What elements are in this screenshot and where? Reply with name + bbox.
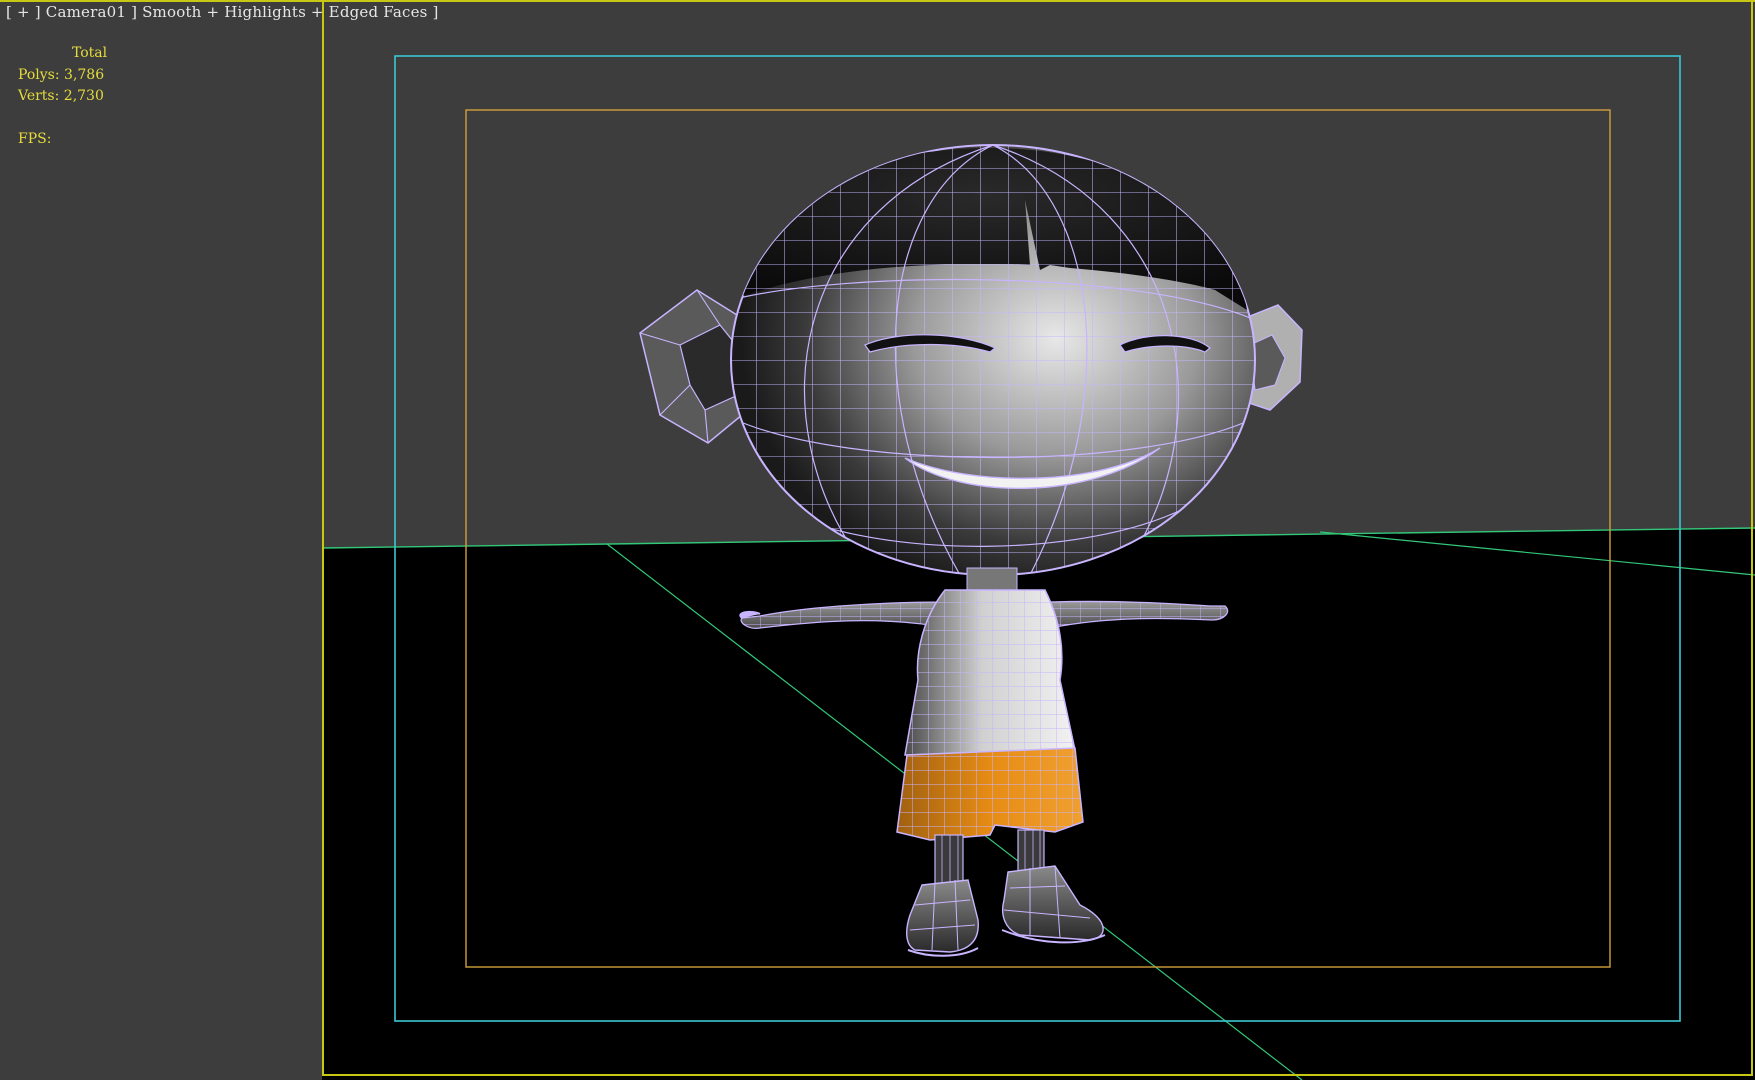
active-viewport-border xyxy=(322,0,1753,1076)
verts-label: Verts: xyxy=(18,88,60,104)
stats-polys: Polys: 3,786 xyxy=(18,65,107,87)
polys-value: 3,786 xyxy=(64,66,105,83)
stats-verts: Verts: 2,730 xyxy=(18,86,107,108)
statistics-overlay: Total Polys: 3,786 Verts: 2,730 FPS: xyxy=(18,43,107,150)
stats-fps: FPS: xyxy=(18,129,107,151)
polys-label: Polys: xyxy=(18,66,60,83)
stats-header: Total xyxy=(72,45,108,61)
viewport-label-menu[interactable]: [ + ] Camera01 ] Smooth + Highlights + E… xyxy=(6,3,439,21)
viewport-camera01[interactable]: [ + ] Camera01 ] Smooth + Highlights + E… xyxy=(0,0,1755,1080)
verts-value: 2,730 xyxy=(63,88,104,104)
fps-label: FPS: xyxy=(18,130,52,147)
